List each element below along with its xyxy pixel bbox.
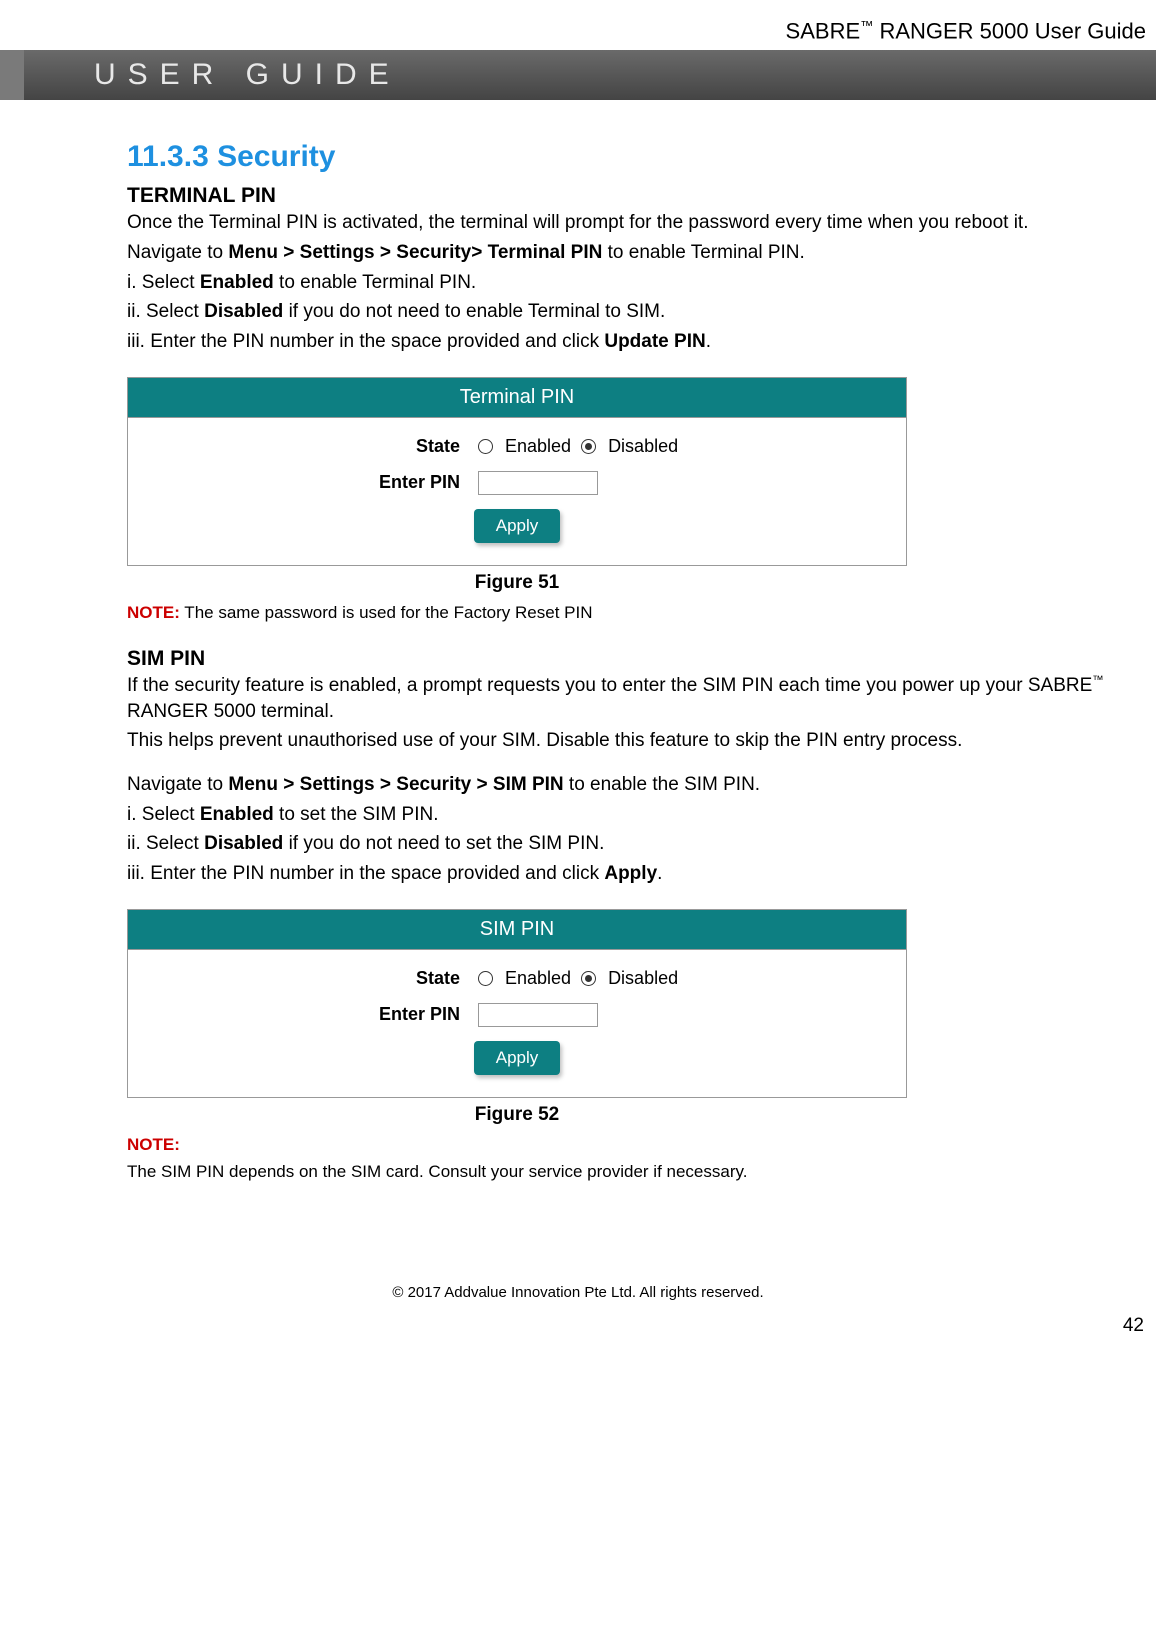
banner-accent xyxy=(0,50,24,100)
note-label: NOTE: xyxy=(127,603,180,622)
sim-step-ii: ii. Select Disabled if you do not need t… xyxy=(127,831,1146,857)
apply-row: Apply xyxy=(128,1041,906,1075)
panel-header: Terminal PIN xyxy=(128,378,906,418)
banner-text: USER GUIDE xyxy=(94,58,401,92)
figure-51: Terminal PIN State Enabled Disabled Ente… xyxy=(127,377,1146,594)
note-text: The same password is used for the Factor… xyxy=(180,603,593,622)
disabled-label: Disabled xyxy=(608,968,678,989)
product-suffix: RANGER 5000 User Guide xyxy=(873,18,1146,43)
radio-dot-icon xyxy=(585,975,592,982)
section-title: 11.3.3 Security xyxy=(127,140,1146,174)
figure-52: SIM PIN State Enabled Disabled Enter PIN xyxy=(127,909,1146,1126)
panel-body: State Enabled Disabled Enter PIN Appl xyxy=(128,418,906,565)
radio-disabled[interactable] xyxy=(581,971,596,986)
disabled-label: Disabled xyxy=(608,436,678,457)
figure-51-caption: Figure 51 xyxy=(127,572,907,594)
radio-enabled[interactable] xyxy=(478,971,493,986)
terminal-step-i: i. Select Enabled to enable Terminal PIN… xyxy=(127,270,1146,296)
radio-disabled[interactable] xyxy=(581,439,596,454)
panel-header: SIM PIN xyxy=(128,910,906,950)
enter-pin-label: Enter PIN xyxy=(128,472,478,493)
enabled-label: Enabled xyxy=(505,436,571,457)
terminal-p1: Once the Terminal PIN is activated, the … xyxy=(127,210,1146,236)
state-controls: Enabled Disabled xyxy=(478,968,678,989)
page-number: 42 xyxy=(0,1315,1156,1337)
banner: USER GUIDE xyxy=(0,50,1156,100)
radio-enabled[interactable] xyxy=(478,439,493,454)
panel-body: State Enabled Disabled Enter PIN Appl xyxy=(128,950,906,1097)
note-label: NOTE: xyxy=(127,1135,180,1154)
terminal-step-iii: iii. Enter the PIN number in the space p… xyxy=(127,329,1146,355)
radio-dot-icon xyxy=(585,443,592,450)
footer-copyright: © 2017 Addvalue Innovation Pte Ltd. All … xyxy=(0,1284,1156,1311)
enter-pin-row: Enter PIN xyxy=(128,471,906,495)
state-controls: Enabled Disabled xyxy=(478,436,678,457)
figure-52-caption: Figure 52 xyxy=(127,1104,907,1126)
sim-pin-panel: SIM PIN State Enabled Disabled Enter PIN xyxy=(127,909,907,1098)
apply-button[interactable]: Apply xyxy=(474,509,561,543)
sim-step-iii: iii. Enter the PIN number in the space p… xyxy=(127,861,1146,887)
note-2-text: The SIM PIN depends on the SIM card. Con… xyxy=(127,1161,1146,1184)
note-2-label: NOTE: xyxy=(127,1132,1146,1158)
note-1: NOTE: The same password is used for the … xyxy=(127,600,1146,626)
state-row: State Enabled Disabled xyxy=(128,436,906,457)
document-header: SABRE™ RANGER 5000 User Guide xyxy=(0,0,1156,50)
enabled-label: Enabled xyxy=(505,968,571,989)
terminal-step-ii: ii. Select Disabled if you do not need t… xyxy=(127,299,1146,325)
state-label: State xyxy=(128,436,478,457)
product-name: SABRE xyxy=(786,18,861,43)
pin-input[interactable] xyxy=(478,1003,598,1027)
enter-pin-row: Enter PIN xyxy=(128,1003,906,1027)
sim-nav: Navigate to Menu > Settings > Security >… xyxy=(127,772,1146,798)
banner-main: USER GUIDE xyxy=(24,50,1156,100)
sim-pin-heading: SIM PIN xyxy=(127,647,1146,671)
sim-p1: If the security feature is enabled, a pr… xyxy=(127,673,1146,724)
terminal-nav: Navigate to Menu > Settings > Security> … xyxy=(127,240,1146,266)
state-label: State xyxy=(128,968,478,989)
apply-row: Apply xyxy=(128,509,906,543)
sim-step-i: i. Select Enabled to set the SIM PIN. xyxy=(127,802,1146,828)
enter-pin-label: Enter PIN xyxy=(128,1004,478,1025)
trademark-symbol: ™ xyxy=(860,18,873,33)
terminal-pin-heading: TERMINAL PIN xyxy=(127,184,1146,208)
state-row: State Enabled Disabled xyxy=(128,968,906,989)
sim-p2: This helps prevent unauthorised use of y… xyxy=(127,728,1146,754)
pin-input[interactable] xyxy=(478,471,598,495)
content-area: 11.3.3 Security TERMINAL PIN Once the Te… xyxy=(0,100,1156,1184)
apply-button[interactable]: Apply xyxy=(474,1041,561,1075)
terminal-pin-panel: Terminal PIN State Enabled Disabled Ente… xyxy=(127,377,907,566)
